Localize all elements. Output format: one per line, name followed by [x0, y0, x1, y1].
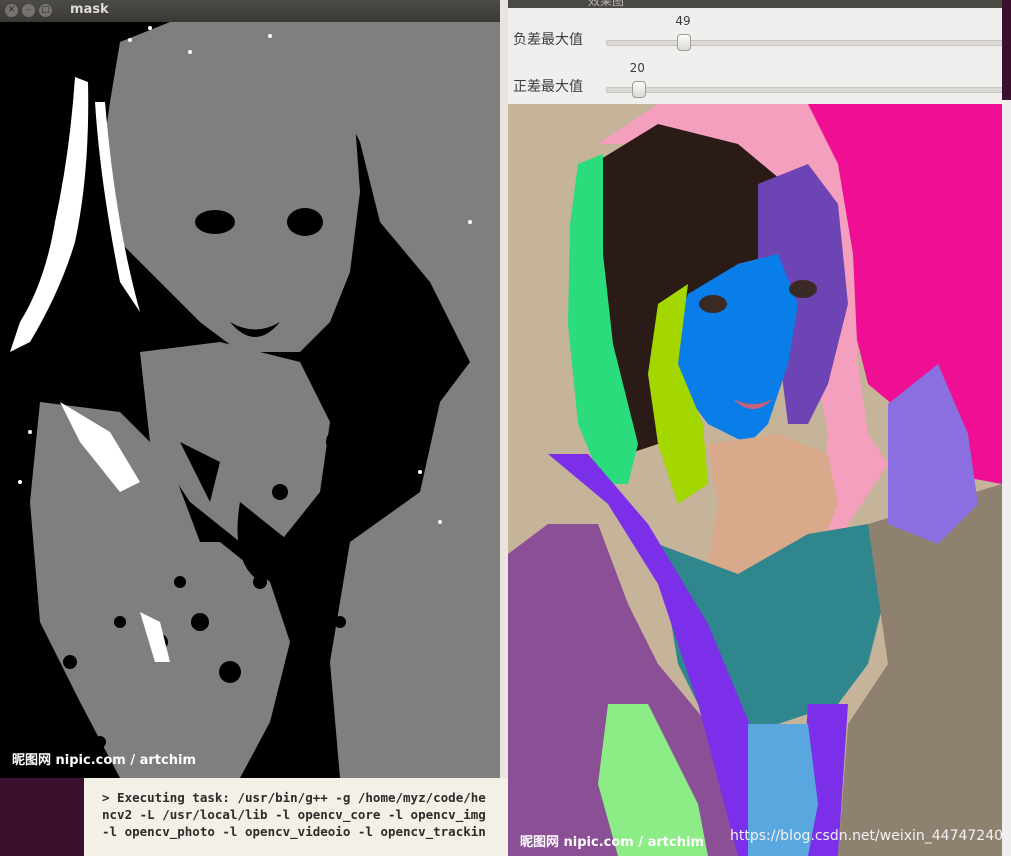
slider-negative-diff-value: 49 — [675, 14, 691, 28]
terminal-line: ncv2 -L /usr/local/lib -l opencv_core -l… — [102, 807, 486, 822]
result-titlebar[interactable]: 效果图 — [508, 0, 1002, 8]
minimize-icon[interactable]: – — [22, 4, 35, 17]
slider-positive-diff-thumb[interactable] — [631, 81, 646, 98]
slider-negative-diff-track[interactable] — [606, 40, 1002, 46]
slider-positive-diff: 正差最大值 20 — [508, 57, 1002, 103]
slider-positive-diff-label: 正差最大值 — [513, 79, 583, 95]
mask-watermark: 昵图网 nipic.com / artchim — [12, 753, 196, 768]
close-icon[interactable]: ✕ — [5, 4, 18, 17]
terminal-panel: > Executing task: /usr/bin/g++ -g /home/… — [84, 778, 508, 856]
result-window-title: 效果图 — [588, 0, 625, 8]
slider-positive-diff-value: 20 — [629, 61, 645, 75]
blog-credit: https://blog.csdn.net/weixin_44747240 — [730, 828, 1002, 844]
slider-negative-diff: 负差最大值 49 — [508, 10, 1002, 56]
mask-window-title: mask — [70, 2, 109, 17]
maximize-icon[interactable]: □ — [39, 4, 52, 17]
editor-strip — [500, 0, 508, 856]
terminal-line: -l opencv_photo -l opencv_videoio -l ope… — [102, 824, 486, 839]
editor-right-strip — [1002, 100, 1011, 856]
slider-negative-diff-label: 负差最大值 — [513, 32, 583, 48]
terminal-line: > Executing task: /usr/bin/g++ -g /home/… — [102, 790, 486, 805]
mask-image: 昵图网 nipic.com / artchim — [0, 22, 500, 778]
result-window: 效果图 负差最大值 49 正差最大值 20 昵图网 nipic.com / ar… — [508, 0, 1002, 856]
mask-titlebar[interactable]: ✕ – □ mask — [0, 0, 500, 22]
result-watermark: 昵图网 nipic.com / artchim — [520, 835, 704, 850]
slider-positive-diff-track[interactable] — [606, 87, 1002, 93]
mask-window: ✕ – □ mask 昵图网 nipic.com / artchim — [0, 0, 500, 778]
slider-negative-diff-thumb[interactable] — [677, 34, 692, 51]
result-image: 昵图网 nipic.com / artchim — [508, 104, 1002, 856]
